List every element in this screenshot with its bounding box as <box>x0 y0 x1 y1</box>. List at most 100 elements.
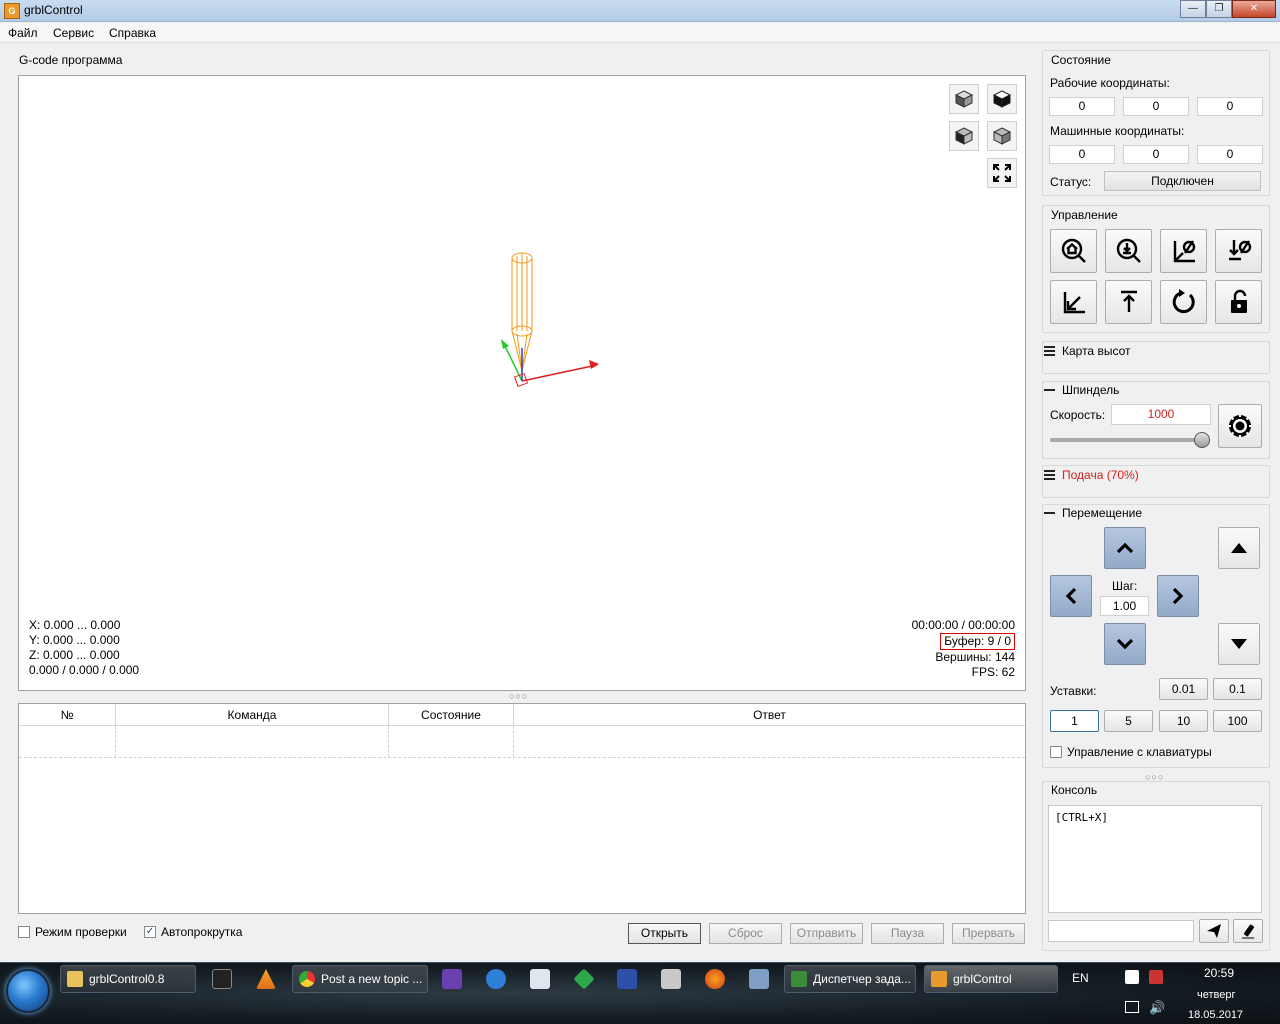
jog-y-plus-icon[interactable] <box>1104 527 1146 569</box>
volume-icon[interactable]: 🔊 <box>1149 1000 1165 1016</box>
autoscroll-label: Автопрокрутка <box>161 925 243 939</box>
view-front-icon[interactable] <box>949 121 979 151</box>
jog-y-minus-icon[interactable] <box>1104 623 1146 665</box>
tool-model-drawing <box>501 252 599 388</box>
home-icon[interactable] <box>1050 229 1097 273</box>
jog-z-minus-icon[interactable] <box>1218 623 1260 665</box>
elapsed-time: 00:00:00 / 00:00:00 <box>911 618 1015 632</box>
start-button-icon[interactable] <box>6 969 50 1013</box>
bounds-y: Y: 0.000 ... 0.000 <box>29 633 120 647</box>
unlock-icon[interactable] <box>1215 280 1262 324</box>
jog-x-minus-icon[interactable] <box>1050 575 1092 617</box>
keyboard-control-box[interactable] <box>1050 746 1062 758</box>
state-title: Состояние <box>1051 53 1111 67</box>
vlc-icon[interactable] <box>256 969 276 989</box>
close-button[interactable]: ✕ <box>1232 0 1276 18</box>
open-button[interactable]: Открыть <box>628 923 701 944</box>
menu-file[interactable]: Файл <box>8 26 38 40</box>
window-title: grblControl <box>24 3 83 17</box>
reset-button[interactable]: Сброс <box>709 923 782 944</box>
network-error-icon[interactable] <box>1149 970 1163 984</box>
safe-position-icon[interactable] <box>1105 280 1152 324</box>
chrome-icon <box>299 971 315 987</box>
send-button[interactable]: Отправить <box>790 923 863 944</box>
view-iso-icon[interactable] <box>949 84 979 114</box>
action-center-icon[interactable] <box>1125 1001 1139 1013</box>
reset-icon[interactable] <box>1160 280 1207 324</box>
minimize-button[interactable]: — <box>1180 0 1206 18</box>
status-label: Статус: <box>1050 175 1092 189</box>
language-indicator[interactable]: EN <box>1072 971 1089 985</box>
zero-xy-icon[interactable] <box>1160 229 1207 273</box>
check-mode-checkbox[interactable]: Режим проверки <box>18 925 127 939</box>
col-response[interactable]: Ответ <box>514 704 1025 725</box>
send-command-icon[interactable] <box>1199 919 1229 943</box>
taskbar-chrome[interactable]: Post a new topic ... <box>292 965 428 993</box>
keyboard-control-checkbox[interactable]: Управление с клавиатуры <box>1050 745 1212 759</box>
preset-0.01-button[interactable]: 0.01 <box>1159 678 1208 700</box>
spindle-slider-track[interactable] <box>1050 438 1210 442</box>
preset-100-button[interactable]: 100 <box>1213 710 1262 732</box>
jog-x-plus-icon[interactable] <box>1157 575 1199 617</box>
taskbar-task-manager[interactable]: Диспетчер зада... <box>784 965 916 993</box>
taskbar-folder-grbl[interactable]: grblControl0.8 <box>60 965 196 993</box>
presets-label: Уставки: <box>1050 684 1097 698</box>
taskbar: grblControl0.8 Post a new topic ... Дисп… <box>0 962 1280 1024</box>
clock-time[interactable]: 20:59 <box>1204 966 1234 980</box>
preset-10-button[interactable]: 10 <box>1159 710 1208 732</box>
spindle-speed-input[interactable]: 1000 <box>1111 404 1211 425</box>
jog-z-plus-icon[interactable] <box>1218 527 1260 569</box>
bounds-info: X: 0.000 ... 0.000 Y: 0.000 ... 0.000 Z: 0… <box>29 618 139 678</box>
bounds-z: Z: 0.000 ... 0.000 <box>29 648 120 662</box>
view-top-icon[interactable] <box>987 84 1017 114</box>
step-input[interactable]: 1.00 <box>1100 596 1149 616</box>
col-number[interactable]: № <box>19 704 116 725</box>
preset-0.1-button[interactable]: 0.1 <box>1213 678 1262 700</box>
flash-icon[interactable] <box>486 969 506 989</box>
abort-button[interactable]: Прервать <box>952 923 1025 944</box>
clear-console-icon[interactable] <box>1233 919 1263 943</box>
firefox-icon[interactable] <box>705 969 725 989</box>
cmd-icon[interactable] <box>212 969 232 989</box>
view-left-icon[interactable] <box>987 121 1017 151</box>
col-command[interactable]: Команда <box>116 704 389 725</box>
calculator-icon[interactable] <box>530 969 550 989</box>
splitter-handle[interactable]: ○○○ <box>509 691 528 701</box>
autoscroll-checkbox[interactable]: ✓ Автопрокрутка <box>144 925 242 939</box>
check-mode-box[interactable] <box>18 926 30 938</box>
col-state[interactable]: Состояние <box>389 704 514 725</box>
spindle-header[interactable]: Шпиндель <box>1044 383 1119 397</box>
dropbox-icon[interactable] <box>1125 970 1139 984</box>
preset-5-button[interactable]: 5 <box>1104 710 1153 732</box>
work-y: 0 <box>1123 97 1189 116</box>
menu-help[interactable]: Справка <box>109 26 156 40</box>
program-table[interactable]: № Команда Состояние Ответ <box>18 703 1026 914</box>
console-input[interactable] <box>1048 920 1194 942</box>
spindle-toggle-icon[interactable] <box>1218 404 1262 448</box>
gl-viewport[interactable]: X: 0.000 ... 0.000 Y: 0.000 ... 0.000 Z: 0… <box>18 75 1026 691</box>
work-x: 0 <box>1049 97 1115 116</box>
step-label: Шаг: <box>1112 579 1138 593</box>
menu-service[interactable]: Сервис <box>53 26 94 40</box>
zero-z-icon[interactable] <box>1215 229 1262 273</box>
restore-button[interactable]: ❐ <box>1206 0 1232 18</box>
feed-header[interactable]: Подача (70%) <box>1044 468 1139 482</box>
visual-studio-icon[interactable] <box>442 969 462 989</box>
collapse-icon <box>1044 512 1055 514</box>
return-xy-icon[interactable] <box>1050 280 1097 324</box>
console-output[interactable]: [CTRL+X] <box>1048 805 1262 913</box>
network-icon[interactable] <box>749 969 769 989</box>
probe-z-icon[interactable] <box>1105 229 1152 273</box>
pause-button[interactable]: Пауза <box>871 923 944 944</box>
tool-icon[interactable] <box>661 969 681 989</box>
preset-1-button[interactable]: 1 <box>1050 710 1099 732</box>
table-row[interactable] <box>19 726 1025 758</box>
fit-view-icon[interactable] <box>987 158 1017 188</box>
app-green-icon[interactable] <box>573 968 595 990</box>
taskbar-grblcontrol[interactable]: grblControl <box>924 965 1058 993</box>
floppy-icon[interactable] <box>617 969 637 989</box>
spindle-slider-handle[interactable] <box>1194 432 1210 448</box>
jog-header[interactable]: Перемещение <box>1044 506 1142 520</box>
autoscroll-box[interactable]: ✓ <box>144 926 156 938</box>
heightmap-header[interactable]: Карта высот <box>1044 344 1130 358</box>
